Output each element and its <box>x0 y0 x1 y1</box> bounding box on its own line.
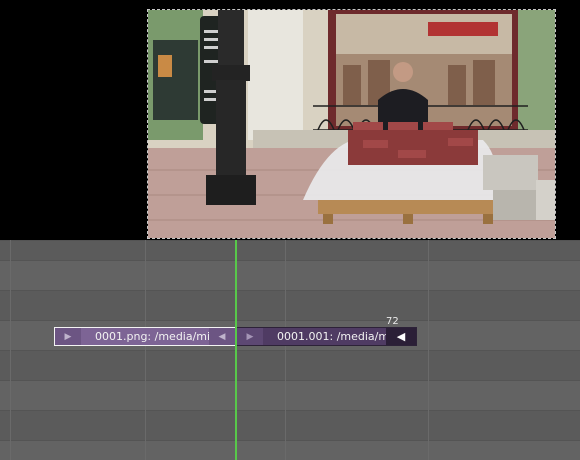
grid-line <box>145 240 146 460</box>
channel-row <box>0 440 580 460</box>
sequencer-timeline[interactable] <box>0 240 580 460</box>
grid-line <box>10 240 11 460</box>
channel-row <box>0 350 580 380</box>
sequencer-preview <box>0 0 580 240</box>
triangle-right-icon: ▶ <box>246 331 254 342</box>
current-frame-indicator: 72 <box>386 316 399 327</box>
triangle-left-icon: ◀ <box>218 331 226 342</box>
image-strip[interactable]: ▶ 0001.png: /media/mi ◀ <box>54 327 236 346</box>
triangle-left-icon: ◀ <box>396 330 406 343</box>
channel-row <box>0 260 580 290</box>
grid-line <box>285 240 286 460</box>
grid-line <box>428 240 429 460</box>
channel-row <box>0 290 580 320</box>
playhead[interactable] <box>235 240 237 460</box>
strip-left-handle[interactable]: ▶ <box>237 328 263 345</box>
video-frame-image <box>148 10 555 238</box>
triangle-right-icon: ▶ <box>64 331 72 342</box>
image-strip[interactable]: ▶ 0001.001: /media/m ◀ <box>236 327 417 346</box>
strip-left-handle[interactable]: ▶ <box>55 328 81 345</box>
strip-label: 0001.png: /media/mi <box>95 330 211 343</box>
strip-right-handle[interactable]: ◀ <box>386 328 416 345</box>
strip-right-handle[interactable]: ◀ <box>209 328 235 345</box>
preview-frame <box>147 9 556 239</box>
channel-row <box>0 380 580 410</box>
channel-row <box>0 410 580 440</box>
strip-label: 0001.001: /media/m <box>277 330 390 343</box>
